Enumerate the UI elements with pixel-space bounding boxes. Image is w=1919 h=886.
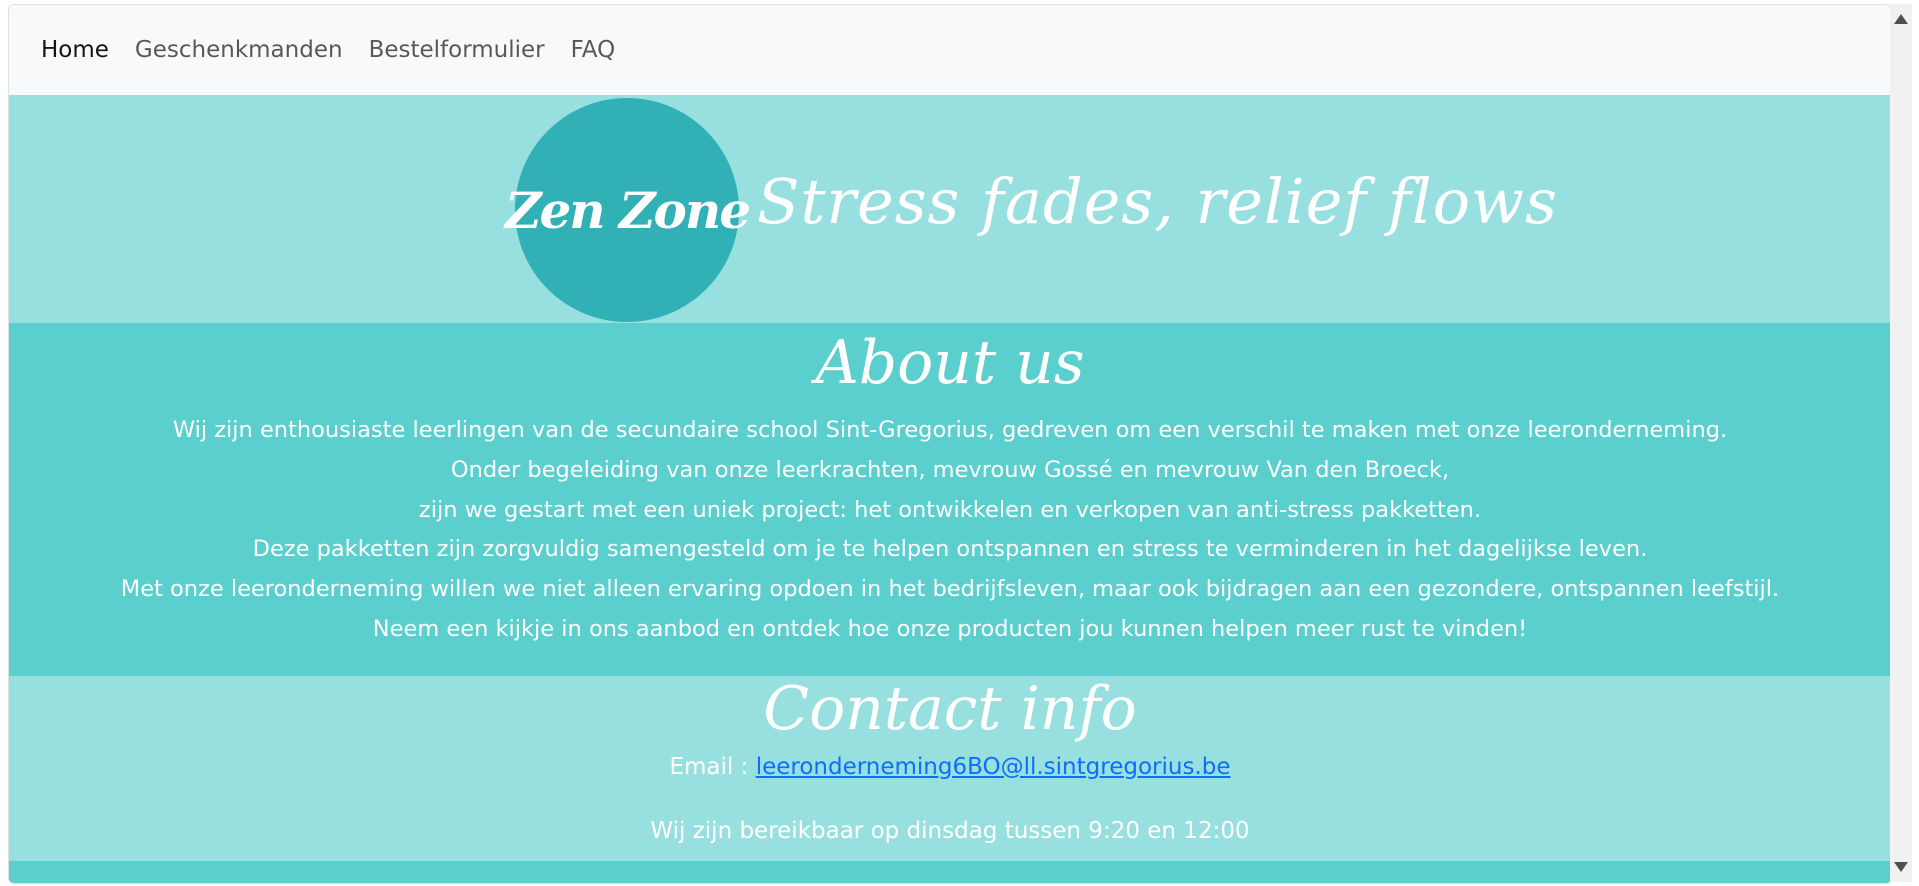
nav-link-home[interactable]: Home	[41, 37, 109, 63]
contact-title: Contact info	[763, 674, 1137, 744]
about-section: About us Wij zijn enthousiaste leerlinge…	[9, 323, 1891, 676]
browser-viewport: Home Geschenkmanden Bestelformulier FAQ …	[8, 4, 1892, 884]
nav-link-bestelformulier[interactable]: Bestelformulier	[369, 37, 545, 63]
about-text: Wij zijn enthousiaste leerlingen van de …	[9, 411, 1891, 650]
contact-section: Contact info Email : leeronderneming6BO@…	[9, 676, 1891, 861]
about-line: Onder begeleiding van onze leerkrachten,…	[450, 456, 1450, 483]
footer-strip	[9, 861, 1891, 883]
scroll-thumb[interactable]	[1895, 32, 1907, 852]
email-row: Email : leeronderneming6BO@ll.sintgregor…	[9, 754, 1891, 780]
logo: Zen Zone	[505, 98, 751, 322]
nav-link-faq[interactable]: FAQ	[571, 37, 616, 63]
email-label: Email :	[669, 754, 756, 780]
vertical-scrollbar[interactable]	[1890, 4, 1912, 882]
about-line: Met onze leeronderneming willen we niet …	[120, 576, 1780, 603]
logo-text: Zen Zone	[504, 180, 751, 240]
scroll-down-icon[interactable]	[1894, 862, 1908, 872]
about-line: zijn we gestart met een uniek project: h…	[418, 496, 1482, 523]
about-line: Deze pakketten zijn zorgvuldig samengest…	[252, 536, 1648, 563]
scroll-up-icon[interactable]	[1894, 14, 1908, 24]
availability-text: Wij zijn bereikbaar op dinsdag tussen 9:…	[650, 818, 1250, 844]
email-link[interactable]: leeronderneming6BO@ll.sintgregorius.be	[756, 754, 1231, 780]
about-title: About us	[815, 328, 1085, 398]
nav-link-geschenkmanden[interactable]: Geschenkmanden	[135, 37, 343, 63]
hero-banner: Zen Zone Stress fades, relief flows	[9, 95, 1891, 323]
navbar: Home Geschenkmanden Bestelformulier FAQ	[9, 5, 1891, 95]
about-line: Wij zijn enthousiaste leerlingen van de …	[172, 417, 1728, 443]
slogan: Stress fades, relief flows	[757, 165, 1558, 238]
about-line: Neem een kijkje in ons aanbod en ontdek …	[372, 615, 1528, 642]
